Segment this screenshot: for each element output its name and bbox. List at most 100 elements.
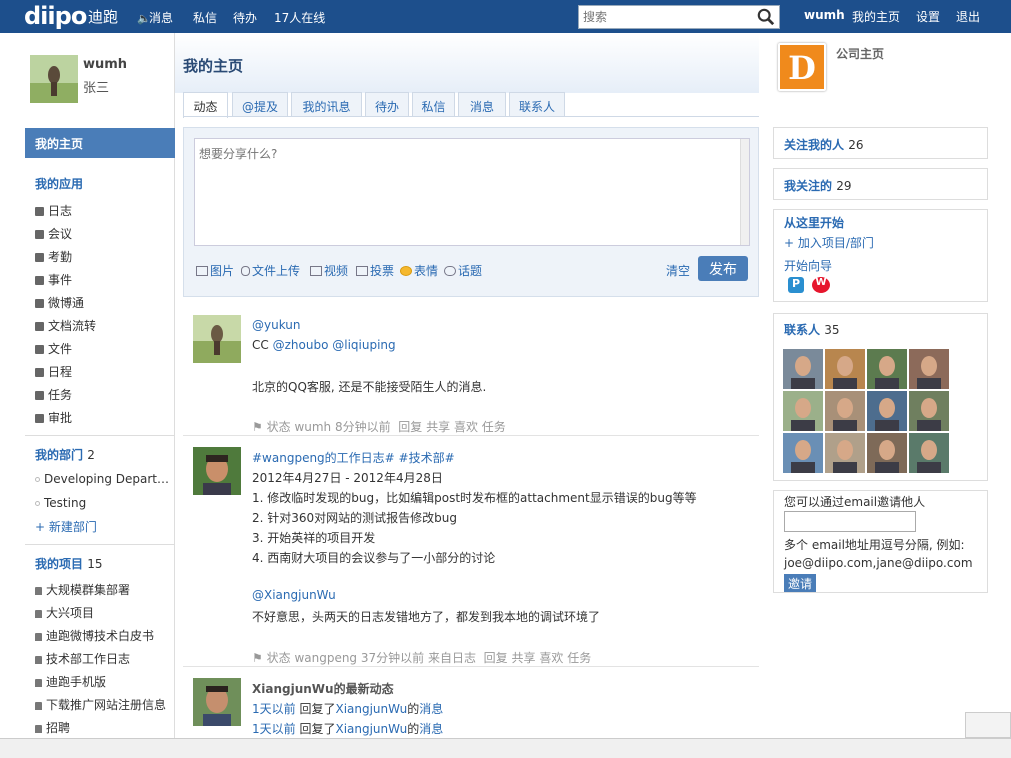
sidebar-projects-title[interactable]: 我的项目 15	[35, 555, 102, 572]
like-link[interactable]: 喜欢	[454, 420, 478, 434]
sidebar-home[interactable]: 我的主页	[25, 128, 175, 158]
textarea-scrollbar[interactable]	[740, 139, 749, 245]
sidebar-project-item[interactable]: 下载推广网站注册信息	[35, 696, 175, 713]
post-time[interactable]: 37分钟以前	[361, 651, 424, 665]
sidebar-project-item[interactable]: 技术部工作日志	[35, 650, 175, 667]
tab-mentions[interactable]: @提及	[232, 92, 288, 117]
contact-avatar[interactable]	[909, 391, 949, 431]
profile-username[interactable]: wumh	[83, 57, 127, 72]
new-dept-link[interactable]: + 新建部门	[35, 518, 175, 535]
task-link[interactable]: 任务	[567, 651, 591, 665]
tab-todo[interactable]: 待办	[365, 92, 409, 117]
post-hashtag[interactable]: #wangpeng的工作日志# #技术部#	[252, 451, 455, 465]
tab-activity[interactable]: 动态	[183, 92, 228, 118]
tab-my-news[interactable]: 我的讯息	[291, 92, 362, 117]
clear-button[interactable]: 清空	[666, 262, 690, 279]
contact-avatar[interactable]	[909, 433, 949, 473]
tool-topic[interactable]: 话题	[444, 262, 482, 279]
tool-file-upload[interactable]: 文件上传	[241, 262, 300, 279]
diipo-app-icon[interactable]: P	[788, 277, 804, 293]
post-author-link[interactable]: wumh	[294, 420, 331, 434]
diipo-logo[interactable]: diipo	[24, 2, 87, 30]
post-mention[interactable]: @yukun	[252, 318, 301, 332]
reply-link[interactable]: 回复	[484, 651, 508, 665]
post-mention[interactable]: @zhoubo	[273, 338, 329, 352]
sidebar-apps-title[interactable]: 我的应用	[35, 175, 83, 192]
nav-settings[interactable]: 设置	[916, 8, 940, 25]
company-home-link[interactable]: 公司主页	[836, 45, 884, 62]
sidebar-dept-item[interactable]: Testing	[35, 496, 175, 510]
share-link[interactable]: 共享	[512, 651, 536, 665]
nav-online-count[interactable]: 17人在线	[274, 9, 325, 26]
contact-avatar[interactable]	[909, 349, 949, 389]
reply-link[interactable]: 回复	[398, 420, 422, 434]
sidebar-project-item[interactable]: 大规模群集部署	[35, 581, 175, 598]
nav-logout[interactable]: 退出	[956, 8, 980, 25]
contact-avatar[interactable]	[783, 433, 823, 473]
sidebar-project-item[interactable]: 招聘	[35, 719, 175, 736]
contact-avatar[interactable]	[783, 349, 823, 389]
nav-username[interactable]: wumh	[804, 8, 845, 22]
sidebar-depts-title[interactable]: 我的部门 2	[35, 446, 95, 463]
contact-avatar[interactable]	[867, 433, 907, 473]
invite-button[interactable]: 邀请	[784, 574, 816, 592]
sidebar-item-event[interactable]: 事件	[35, 271, 175, 288]
like-link[interactable]: 喜欢	[539, 651, 563, 665]
sidebar-item-meeting[interactable]: 会议	[35, 225, 175, 242]
nav-my-home[interactable]: 我的主页	[852, 8, 900, 25]
contact-avatar[interactable]	[825, 349, 865, 389]
sidebar-item-calendar[interactable]: 日程	[35, 363, 175, 380]
share-link[interactable]: 共享	[426, 420, 450, 434]
sidebar-item-weibo[interactable]: 微博通	[35, 294, 175, 311]
following-link[interactable]: 我关注的 29	[784, 177, 851, 194]
contact-avatar[interactable]	[867, 391, 907, 431]
sidebar-dept-item[interactable]: Developing Departm...	[35, 472, 175, 486]
task-link[interactable]: 任务	[482, 420, 506, 434]
post-avatar[interactable]	[193, 678, 241, 726]
tool-emoji[interactable]: 表情	[400, 262, 438, 279]
company-logo[interactable]: D	[778, 43, 826, 91]
sidebar-item-log[interactable]: 日志	[35, 202, 175, 219]
nav-messages[interactable]: 🔈消息	[137, 9, 173, 26]
activity-title[interactable]: XiangjunWu的最新动态	[252, 680, 394, 697]
contact-avatar[interactable]	[867, 349, 907, 389]
nav-todo[interactable]: 待办	[233, 9, 257, 26]
weibo-icon[interactable]: W	[812, 277, 830, 293]
post-textarea[interactable]	[194, 138, 750, 246]
search-input[interactable]	[579, 6, 749, 28]
post-author-link[interactable]: wangpeng	[294, 651, 357, 665]
user-avatar[interactable]	[30, 55, 78, 103]
tab-messages[interactable]: 消息	[458, 92, 506, 117]
post-time[interactable]: 8分钟以前	[335, 420, 391, 434]
tool-image[interactable]: 图片	[196, 262, 234, 279]
post-avatar[interactable]	[193, 447, 241, 495]
nav-private-messages[interactable]: 私信	[193, 9, 217, 26]
tool-video[interactable]: 视频	[310, 262, 348, 279]
post-mention[interactable]: @liqiuping	[332, 338, 395, 352]
tab-private-messages[interactable]: 私信	[412, 92, 455, 117]
tool-vote[interactable]: 投票	[356, 262, 394, 279]
contact-avatar[interactable]	[825, 433, 865, 473]
post-avatar[interactable]	[193, 315, 241, 363]
contact-avatar[interactable]	[825, 391, 865, 431]
post-source[interactable]: 来自日志	[428, 651, 476, 665]
tab-contacts[interactable]: 联系人	[509, 92, 565, 117]
sidebar-project-item[interactable]: 大兴项目	[35, 604, 175, 621]
sidebar-item-doc-flow[interactable]: 文档流转	[35, 317, 175, 334]
search-icon[interactable]	[757, 8, 775, 26]
sidebar-project-item[interactable]: 迪跑手机版	[35, 673, 175, 690]
sidebar-item-files[interactable]: 文件	[35, 340, 175, 357]
sidebar-item-tasks[interactable]: 任务	[35, 386, 175, 403]
sidebar-item-approval[interactable]: 审批	[35, 409, 175, 426]
followers-link[interactable]: 关注我的人 26	[784, 136, 863, 153]
join-project-link[interactable]: + 加入项目/部门	[784, 234, 874, 251]
invite-email-input[interactable]	[784, 511, 916, 532]
start-guide-link[interactable]: 开始向导	[784, 257, 832, 274]
sidebar-project-item[interactable]: 迪跑微博技术白皮书	[35, 627, 175, 644]
contact-avatar[interactable]	[783, 391, 823, 431]
contacts-title[interactable]: 联系人 35	[784, 321, 839, 338]
publish-button[interactable]: 发布	[698, 256, 748, 281]
post-mention[interactable]: @XiangjunWu	[252, 588, 336, 602]
bottom-bar	[0, 738, 1011, 758]
sidebar-item-attendance[interactable]: 考勤	[35, 248, 175, 265]
